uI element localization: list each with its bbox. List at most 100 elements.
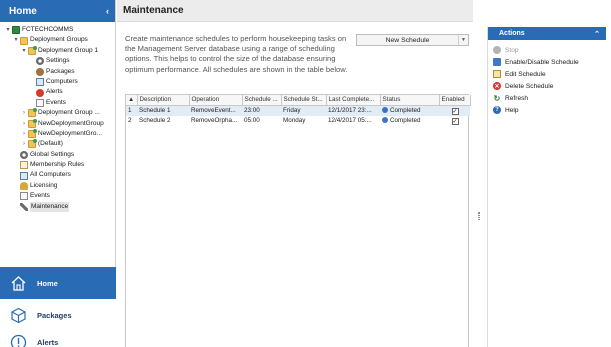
cell-schedule: 23:00 [242,105,281,116]
tree-item-deployment-group[interactable]: › Deployment Group ... [0,108,115,118]
licensing-icon [20,182,28,191]
expand-toggle-icon[interactable]: › [20,139,28,149]
navigation-header: Home ‹ [0,0,115,22]
sort-indicator[interactable]: ▲ [126,95,138,106]
chevron-down-icon[interactable]: ▼ [458,35,468,45]
tree-item-licensing[interactable]: Licensing [0,181,115,191]
column-header-status[interactable]: Status [380,95,440,106]
new-schedule-button[interactable]: New Schedule ▼ [356,34,469,46]
tree-item-fctechcomms[interactable]: ▾ FCTECHCOMMS [0,25,115,35]
enable-disable-schedule-label: Enable/Disable Schedule [505,58,579,66]
tree-item-label: Alerts [46,88,63,96]
enabled-checkbox[interactable]: ✓ [451,107,459,115]
nav-packages-label: Packages [37,310,72,320]
cell-status: Completed [380,116,439,127]
status-completed-icon [382,107,388,113]
package-icon [10,307,27,324]
tree-item-alerts[interactable]: Alerts [0,87,115,97]
column-header-enabled[interactable]: Enabled [439,95,471,106]
help-icon: ? [493,106,501,114]
navigation-pane: Home ‹ ▾ FCTECHCOMMS ▾ Deployment Groups ▾ De… [0,0,116,347]
tree-item-label: FCTECHCOMMS [22,26,74,33]
cell-last-completed: 12/1/2017 23:... [326,105,380,116]
table-header-row: ▲ Description Operation Schedule ... Sch… [126,95,471,106]
tree-item-global-settings[interactable]: Global Settings [0,150,115,160]
collapse-pane-icon[interactable]: ‹ [106,6,109,16]
column-header-schedule-start[interactable]: Schedule St... [281,95,327,106]
cell-enabled: ✓ [439,116,470,127]
right-splitter-grip[interactable] [478,212,480,220]
cell-description: Schedule 2 [139,117,171,125]
edit-schedule-label: Edit Schedule [505,70,546,78]
cell-enabled: ✓ [439,105,470,116]
tree-item-membership-rules[interactable]: Membership Rules [0,160,115,170]
gear-icon [20,150,28,159]
table-row[interactable]: 2 Schedule 2 RemoveOrpha... 05:00 Monday… [126,116,470,127]
cell-status: Completed [380,105,439,116]
tree-item-deployment-groups[interactable]: ▾ Deployment Groups [0,35,115,45]
tree-item-deployment-group-1[interactable]: ▾ Deployment Group 1 [0,45,115,56]
tree-item-default[interactable]: › (Default) [0,139,115,149]
events-icon [36,98,44,107]
refresh-action[interactable]: ↻ Refresh [488,92,606,104]
edit-icon [493,70,501,78]
main-content: Maintenance Create maintenance schedules… [117,0,473,347]
refresh-label: Refresh [505,94,529,102]
cell-schedule-start: Friday [281,105,326,116]
expand-toggle-icon[interactable]: › [20,129,28,139]
column-header-operation[interactable]: Operation [189,95,243,106]
nav-home-label: Home [37,278,58,288]
tree-item-newdeploymentgroup[interactable]: › NewDeploymentGroup [0,118,115,129]
tree-item-label: Global Settings [30,150,75,158]
column-header-schedule[interactable]: Schedule ... [242,95,282,106]
tree-item-settings[interactable]: Settings [0,56,115,66]
tree-item-label: NewDeploymentGro... [38,129,102,137]
new-schedule-label: New Schedule [385,36,430,44]
package-icon [36,67,44,76]
alert-icon [10,334,27,347]
tree-item-label: Deployment Group ... [38,109,100,117]
page-description: Create maintenance schedules to perform … [125,34,348,74]
expand-toggle-icon[interactable]: ▾ [4,25,12,35]
deployment-group-icon [28,45,37,55]
tree-item-events[interactable]: Events [0,98,115,108]
tree-item-packages[interactable]: Packages [0,67,115,77]
edit-schedule-action[interactable]: Edit Schedule [488,68,606,80]
tree-item-label: Packages [46,67,75,75]
collapse-actions-icon[interactable]: ⌃ [594,30,600,38]
enabled-checkbox[interactable]: ✓ [451,117,459,125]
table-row[interactable]: 1 Schedule 1 RemoveEvent... 23:00 Friday… [126,105,470,116]
rules-icon [20,161,28,170]
nav-alerts-label: Alerts [37,337,59,347]
tree-item-newdeploymentgro[interactable]: › NewDeploymentGro... [0,129,115,139]
tree-item-events[interactable]: Events [0,191,115,201]
cell-schedule-start: Monday [283,117,306,125]
column-header-last-completed[interactable]: Last Complete... [326,95,381,106]
column-header-description[interactable]: Description [137,95,190,106]
help-action[interactable]: ? Help [488,104,606,116]
tree-item-all-computers[interactable]: All Computers [0,170,115,180]
deployment-group-icon [28,108,37,118]
deployment-group-icon [28,118,37,128]
nav-home[interactable]: Home [0,267,116,299]
expand-toggle-icon[interactable]: › [20,108,28,118]
tree-item-label: Events [30,192,50,200]
nav-alerts[interactable]: Alerts [0,326,116,347]
delete-schedule-action[interactable]: ✕ Delete Schedule [488,80,606,92]
deployment-group-icon [28,139,37,149]
server-icon [12,26,20,35]
computers-icon [20,171,28,180]
tree-item-maintenance[interactable]: Maintenance [0,201,115,213]
actions-header: Actions ⌃ [488,27,606,40]
expand-toggle-icon[interactable]: › [20,119,28,129]
delete-schedule-label: Delete Schedule [505,82,554,90]
tree-item-label: All Computers [30,171,71,179]
tree-item-label: Membership Rules [30,161,85,169]
enable-disable-schedule-action[interactable]: Enable/Disable Schedule [488,56,606,68]
computers-icon [36,78,44,87]
tree-item-label: Maintenance [30,201,70,213]
expand-toggle-icon[interactable]: ▾ [20,46,28,56]
tree-item-computers[interactable]: Computers [0,77,115,87]
expand-toggle-icon[interactable]: ▾ [12,35,20,45]
stop-action[interactable]: Stop [488,44,606,56]
